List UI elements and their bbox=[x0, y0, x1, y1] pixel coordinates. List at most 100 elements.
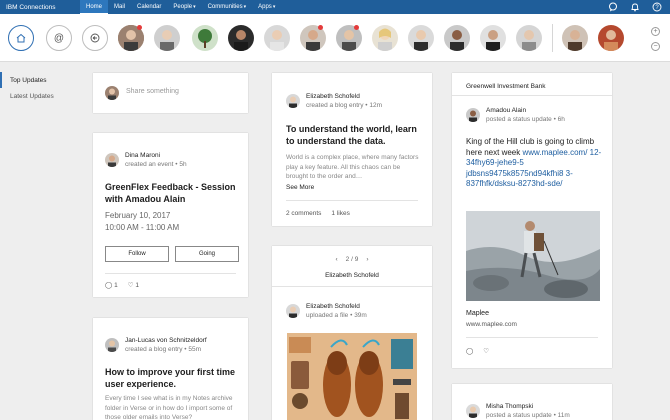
card-header[interactable]: Greenwell Investment Bank bbox=[466, 83, 545, 90]
avatar[interactable] bbox=[264, 25, 290, 51]
people-filter-bar: @ + − bbox=[0, 14, 670, 62]
timestamp: 5h bbox=[179, 161, 187, 168]
nav-calendar[interactable]: Calendar bbox=[131, 0, 167, 14]
at-icon: @ bbox=[53, 32, 65, 44]
help-icon[interactable]: ? bbox=[652, 2, 662, 12]
reply-action[interactable]: ◯ 1 bbox=[105, 281, 118, 289]
author-name[interactable]: Elizabeth Schofeld bbox=[306, 302, 367, 311]
nav-apps-label: Apps bbox=[258, 4, 272, 10]
avatar[interactable] bbox=[154, 25, 180, 51]
stream-filters: Top Updates Latest Updates bbox=[0, 72, 80, 104]
avatar[interactable] bbox=[466, 108, 480, 122]
see-more-link[interactable]: See More bbox=[286, 184, 314, 191]
nav-home[interactable]: Home bbox=[80, 0, 109, 14]
chevron-down-icon: ▾ bbox=[243, 4, 247, 10]
filter-top-updates[interactable]: Top Updates bbox=[0, 72, 80, 88]
nav-people[interactable]: People ▾ bbox=[167, 0, 201, 14]
link-title[interactable]: Maplee bbox=[466, 310, 489, 317]
timestamp: 55m bbox=[188, 346, 201, 353]
notification-dot bbox=[354, 25, 359, 30]
like-count: 1 bbox=[135, 282, 139, 289]
author-name[interactable]: Elizabeth Schofeld bbox=[306, 92, 382, 101]
add-icon[interactable]: + bbox=[651, 27, 660, 36]
link-preview-image[interactable] bbox=[466, 211, 600, 301]
brand-label[interactable]: IBM Connections bbox=[6, 4, 80, 11]
author-name[interactable]: Jan-Lucas von Schnitzeldorf bbox=[125, 336, 207, 345]
avatar[interactable] bbox=[192, 25, 218, 51]
post-body: Every time I see what is in my Notes arc… bbox=[105, 395, 233, 420]
action-text: created an event bbox=[125, 161, 174, 168]
avatar[interactable] bbox=[598, 25, 624, 51]
avatar[interactable] bbox=[466, 404, 480, 418]
author-name[interactable]: Misha Thompski bbox=[486, 402, 570, 411]
action-text: posted a status update bbox=[486, 116, 552, 123]
reply-icon[interactable]: ◯ bbox=[466, 347, 473, 355]
avatar[interactable] bbox=[105, 153, 119, 167]
going-button[interactable]: Going bbox=[175, 246, 239, 262]
divider bbox=[452, 95, 612, 96]
top-navigation: IBM Connections Home Mail Calendar Peopl… bbox=[0, 0, 670, 14]
avatar bbox=[105, 86, 119, 100]
file-card: ‹ 2 / 9 › Elizabeth Schofeld Elizabeth S… bbox=[272, 246, 432, 420]
uploaded-image[interactable] bbox=[287, 333, 417, 420]
avatar[interactable] bbox=[286, 304, 300, 318]
bar-divider bbox=[552, 24, 553, 52]
action-text: created a blog entry bbox=[125, 346, 183, 353]
bell-icon[interactable] bbox=[630, 2, 640, 12]
divider bbox=[272, 286, 432, 287]
nav-communities-label: Communities bbox=[207, 4, 243, 10]
comments-count[interactable]: 2 comments bbox=[286, 210, 321, 217]
like-action[interactable]: ♡ 1 bbox=[128, 281, 139, 289]
timestamp: 6h bbox=[557, 116, 565, 123]
status-text: King of the Hill club is going to climb … bbox=[466, 137, 604, 190]
avatar[interactable] bbox=[105, 338, 119, 352]
notification-dot bbox=[137, 25, 142, 30]
mentions-filter-button[interactable]: @ bbox=[46, 25, 72, 51]
avatar[interactable] bbox=[372, 25, 398, 51]
nav-mail[interactable]: Mail bbox=[108, 0, 131, 14]
follow-button[interactable]: Follow bbox=[105, 246, 169, 262]
filter-latest-updates[interactable]: Latest Updates bbox=[0, 88, 80, 104]
link-domain[interactable]: www.maplee.com bbox=[466, 321, 517, 328]
post-body: World is a complex place, where many fac… bbox=[286, 154, 419, 180]
nav-communities[interactable]: Communities ▾ bbox=[202, 0, 253, 14]
notification-dot bbox=[318, 25, 323, 30]
share-input[interactable]: Share something bbox=[126, 88, 179, 95]
divider bbox=[466, 337, 598, 338]
author-name[interactable]: Amadou Alain bbox=[486, 106, 565, 115]
status-card: Greenwell Investment Bank Amadou Alain p… bbox=[452, 73, 612, 368]
likes-count[interactable]: 1 likes bbox=[331, 210, 349, 217]
replies-filter-button[interactable] bbox=[82, 25, 108, 51]
avatar[interactable] bbox=[562, 25, 588, 51]
avatar[interactable] bbox=[228, 25, 254, 51]
heart-icon[interactable]: ♡ bbox=[483, 347, 489, 355]
event-card: Dina Maroni created an event • 5h GreenF… bbox=[93, 133, 248, 297]
divider bbox=[286, 200, 418, 201]
avatar[interactable] bbox=[286, 94, 300, 108]
chevron-down-icon: ▾ bbox=[272, 4, 276, 10]
author-name[interactable]: Dina Maroni bbox=[125, 151, 187, 160]
timestamp: 39m bbox=[354, 312, 367, 319]
share-card[interactable]: Share something bbox=[93, 73, 248, 113]
prev-icon[interactable]: ‹ bbox=[336, 256, 338, 263]
next-icon[interactable]: › bbox=[366, 256, 368, 263]
avatar[interactable] bbox=[480, 25, 506, 51]
blog-card: Jan-Lucas von Schnitzeldorf created a bl… bbox=[93, 318, 248, 420]
chat-icon[interactable] bbox=[608, 2, 618, 12]
nav-apps[interactable]: Apps ▾ bbox=[252, 0, 281, 14]
post-title[interactable]: To understand the world, learn to unders… bbox=[286, 123, 422, 147]
post-title[interactable]: How to improve your first time user expe… bbox=[105, 366, 240, 390]
card-header[interactable]: Elizabeth Schofeld bbox=[272, 272, 432, 279]
event-date: February 10, 2017 bbox=[105, 211, 171, 220]
timestamp: 11m bbox=[557, 412, 570, 419]
chevron-down-icon: ▾ bbox=[193, 4, 196, 10]
reply-icon: ◯ bbox=[105, 282, 113, 289]
avatar[interactable] bbox=[444, 25, 470, 51]
avatar[interactable] bbox=[516, 25, 542, 51]
action-text: created a blog entry bbox=[306, 102, 364, 109]
avatar[interactable] bbox=[408, 25, 434, 51]
reply-icon bbox=[90, 33, 100, 43]
home-filter-button[interactable] bbox=[8, 25, 34, 51]
event-title[interactable]: GreenFlex Feedback - Session with Amadou… bbox=[105, 181, 240, 205]
remove-icon[interactable]: − bbox=[651, 42, 660, 51]
